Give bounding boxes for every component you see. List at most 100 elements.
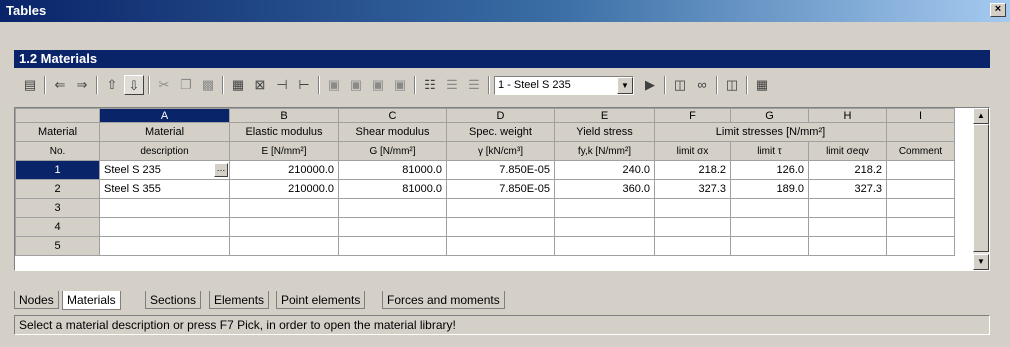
column-letter[interactable]: I [886,108,955,123]
table-cell[interactable]: 218.2 [808,160,887,180]
append-row-icon[interactable]: ⊢ [294,75,314,95]
table-cell[interactable] [886,217,955,237]
table-cell[interactable] [338,236,447,256]
row-number[interactable]: 1 [15,160,100,180]
table-cell[interactable] [554,236,655,256]
table-cell[interactable] [554,198,655,218]
table-cell[interactable]: 189.0 [730,179,809,199]
view1-icon[interactable]: ▣ [324,75,344,95]
table-cell[interactable] [229,236,339,256]
tab-nodes[interactable]: Nodes [14,291,59,309]
table-cell[interactable] [808,198,887,218]
column-letter[interactable]: C [338,108,447,123]
glasses-icon[interactable]: ∞ [692,75,712,95]
table-cell[interactable]: 210000.0 [229,160,339,180]
table-cell[interactable] [654,198,731,218]
row-number[interactable]: 3 [15,198,100,218]
row-number[interactable]: 2 [15,179,100,199]
table-cell[interactable] [446,217,555,237]
table-cell[interactable] [338,217,447,237]
material-select[interactable]: 1 - Steel S 235 ▼ [494,76,634,95]
table-cell[interactable] [229,198,339,218]
material-description-cell[interactable] [99,217,230,237]
tab-elements[interactable]: Elements [209,291,270,309]
table-cell[interactable] [654,236,731,256]
chevron-down-icon[interactable]: ▼ [617,77,633,94]
table-row[interactable]: 5 [15,236,955,256]
table-row[interactable]: 1 Steel S 235 … 210000.0 81000.0 7.850E-… [15,160,955,180]
column-letter[interactable]: G [730,108,809,123]
table-cell[interactable]: 81000.0 [338,160,447,180]
table-row[interactable]: 2 Steel S 355 210000.0 81000.0 7.850E-05… [15,179,955,199]
table-cell[interactable] [338,198,447,218]
column-letter[interactable]: F [654,108,731,123]
column-letter[interactable]: E [554,108,655,123]
copy-icon[interactable]: ❐ [176,75,196,95]
column-letter[interactable]: A [99,108,230,123]
table-cell[interactable] [446,236,555,256]
view3-icon[interactable]: ▣ [368,75,388,95]
delete-column-icon[interactable]: ⊠ [250,75,270,95]
table-cell[interactable]: 81000.0 [338,179,447,199]
table-cell[interactable] [229,217,339,237]
table-cell[interactable]: 240.0 [554,160,655,180]
paste-icon[interactable]: ▩ [198,75,218,95]
import-icon[interactable]: ◫ [722,75,742,95]
table-cell[interactable] [886,179,955,199]
table2-icon[interactable]: ☰ [442,75,462,95]
table-cell[interactable] [886,236,955,256]
row-number[interactable]: 5 [15,236,100,256]
material-description-cell[interactable]: Steel S 235 … [99,160,230,180]
filter-up-icon[interactable]: ⇧ [102,75,122,95]
cut-icon[interactable]: ✂ [154,75,174,95]
view4-icon[interactable]: ▣ [390,75,410,95]
table-cell[interactable] [808,217,887,237]
material-description-cell[interactable] [99,198,230,218]
table-cell[interactable] [730,217,809,237]
table1-icon[interactable]: ☷ [420,75,440,95]
material-description-cell[interactable] [99,236,230,256]
arrow-left-icon[interactable]: ⇐ [50,75,70,95]
materials-grid[interactable]: A B C D E F G H I Material Material Elas… [14,107,990,271]
tab-point-elements[interactable]: Point elements [276,291,366,309]
view2-icon[interactable]: ▣ [346,75,366,95]
table-cell[interactable]: 7.850E-05 [446,160,555,180]
table-cell[interactable] [554,217,655,237]
filter-down-icon[interactable]: ⇩ [124,75,144,95]
pick-button[interactable]: … [214,163,228,177]
table-cell[interactable] [654,217,731,237]
table-cell[interactable] [730,236,809,256]
tab-forces-and-moments[interactable]: Forces and moments [382,291,505,309]
table-cell[interactable] [808,236,887,256]
tab-materials[interactable]: Materials [62,291,121,310]
properties-icon[interactable]: ▤ [20,75,40,95]
table-cell[interactable] [730,198,809,218]
column-letter[interactable]: H [808,108,887,123]
table-cell[interactable]: 327.3 [654,179,731,199]
scroll-thumb[interactable] [973,124,989,252]
pick-material-icon[interactable]: ▶ [640,75,660,95]
insert-column-icon[interactable]: ▦ [228,75,248,95]
table-cell[interactable]: 7.850E-05 [446,179,555,199]
row-number[interactable]: 4 [15,217,100,237]
insert-row-icon[interactable]: ⊣ [272,75,292,95]
table3-icon[interactable]: ☰ [464,75,484,95]
table-cell[interactable]: 210000.0 [229,179,339,199]
column-letter[interactable]: B [229,108,339,123]
scroll-down-icon[interactable]: ▼ [973,254,989,270]
table-cell[interactable]: 126.0 [730,160,809,180]
close-button[interactable]: × [990,3,1006,17]
table-row[interactable]: 4 [15,217,955,237]
calculator-icon[interactable]: ▦ [752,75,772,95]
tab-sections[interactable]: Sections [145,291,202,309]
table-cell[interactable]: 360.0 [554,179,655,199]
vertical-scrollbar[interactable]: ▲ ▼ [973,108,989,270]
column-letter[interactable]: D [446,108,555,123]
table-cell[interactable] [446,198,555,218]
info-icon[interactable]: ◫ [670,75,690,95]
scroll-up-icon[interactable]: ▲ [973,108,989,124]
table-row[interactable]: 3 [15,198,955,218]
table-cell[interactable]: 327.3 [808,179,887,199]
material-description-cell[interactable]: Steel S 355 [99,179,230,199]
table-cell[interactable] [886,160,955,180]
